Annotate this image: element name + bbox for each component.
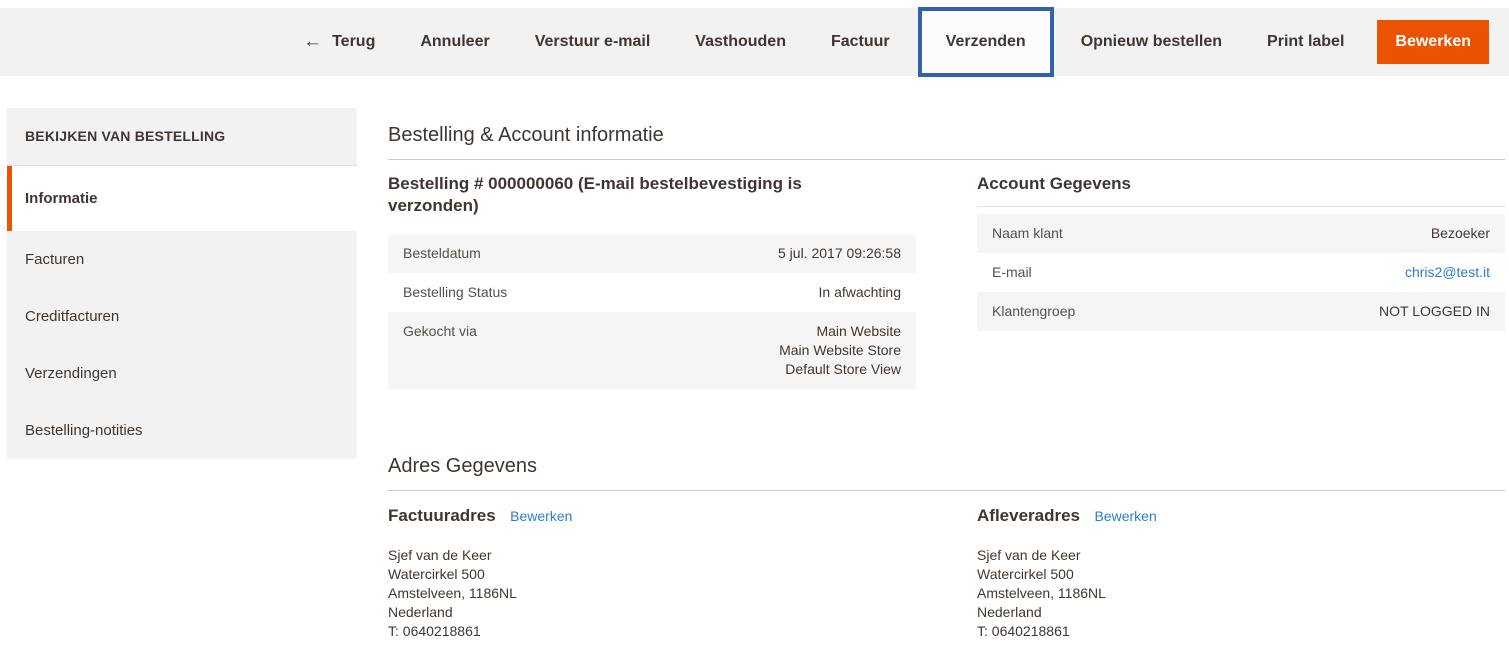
address-name: Sjef van de Keer xyxy=(977,546,1505,565)
account-row-email: E-mail chris2@test.it xyxy=(977,253,1505,292)
order-row-gekocht-via: Gekocht via Main Website Main Website St… xyxy=(388,312,916,389)
store-line-store: Main Website Store xyxy=(779,341,901,360)
address-city-zip: Amstelveen, 1186NL xyxy=(977,584,1505,603)
factuur-button[interactable]: Factuur xyxy=(831,33,890,51)
sidebar-title: BEKIJKEN VAN BESTELLING xyxy=(7,108,357,166)
order-info-table: Besteldatum 5 jul. 2017 09:26:58 Bestell… xyxy=(388,234,916,389)
back-button-label: Terug xyxy=(332,33,375,51)
row-label: Gekocht via xyxy=(403,322,477,379)
order-row-status: Bestelling Status In afwachting xyxy=(388,273,916,312)
sidebar-item-informatie[interactable]: Informatie xyxy=(7,166,357,231)
shipping-edit-link[interactable]: Bewerken xyxy=(1094,508,1156,524)
address-street: Watercirkel 500 xyxy=(977,565,1505,584)
row-label: Bestelling Status xyxy=(403,283,507,302)
annuleer-button[interactable]: Annuleer xyxy=(420,33,489,51)
billing-address-card: Factuuradres Bewerken Sjef van de Keer W… xyxy=(388,505,916,641)
store-line-view: Default Store View xyxy=(779,360,901,379)
print-label-button[interactable]: Print label xyxy=(1267,33,1344,51)
store-line-website: Main Website xyxy=(779,322,901,341)
email-link[interactable]: chris2@test.it xyxy=(1405,264,1490,280)
back-arrow-icon: ← xyxy=(303,31,322,53)
row-value: NOT LOGGED IN xyxy=(1379,302,1490,321)
row-label: Besteldatum xyxy=(403,244,481,263)
account-info-table: Naam klant Bezoeker E-mail chris2@test.i… xyxy=(977,214,1505,331)
page-actions-toolbar: ← Terug Annuleer Verstuur e-mail Vasthou… xyxy=(0,8,1509,76)
address-country: Nederland xyxy=(388,603,916,622)
account-information-card: Account Gegevens Naam klant Bezoeker E-m… xyxy=(977,173,1505,389)
sidebar-item-verzendingen[interactable]: Verzendingen xyxy=(7,345,357,402)
row-value: Main Website Main Website Store Default … xyxy=(779,322,901,379)
vasthouden-button[interactable]: Vasthouden xyxy=(695,33,786,51)
order-information-card: Bestelling # 000000060 (E-mail bestelbev… xyxy=(388,173,916,389)
address-section-title: Adres Gegevens xyxy=(388,454,1505,491)
order-view-sidebar: BEKIJKEN VAN BESTELLING Informatie Factu… xyxy=(7,108,357,459)
sidebar-item-creditfacturen[interactable]: Creditfacturen xyxy=(7,288,357,345)
billing-edit-link[interactable]: Bewerken xyxy=(510,508,572,524)
bewerken-button[interactable]: Bewerken xyxy=(1377,20,1489,64)
address-city-zip: Amstelveen, 1186NL xyxy=(388,584,916,603)
back-button[interactable]: ← Terug xyxy=(303,31,375,53)
main-content: Bestelling & Account informatie Bestelli… xyxy=(388,108,1505,641)
page-content: BEKIJKEN VAN BESTELLING Informatie Factu… xyxy=(0,76,1509,641)
address-phone: T: 0640218861 xyxy=(977,622,1505,641)
opnieuw-bestellen-button[interactable]: Opnieuw bestellen xyxy=(1081,33,1222,51)
row-value: In afwachting xyxy=(819,283,902,302)
row-value: Bezoeker xyxy=(1431,224,1490,243)
shipping-address-lines: Sjef van de Keer Watercirkel 500 Amstelv… xyxy=(977,546,1505,641)
shipping-address-title: Afleveradres xyxy=(977,506,1080,525)
account-row-klantengroep: Klantengroep NOT LOGGED IN xyxy=(977,292,1505,331)
row-label: Naam klant xyxy=(992,224,1063,243)
shipping-address-card: Afleveradres Bewerken Sjef van de Keer W… xyxy=(977,505,1505,641)
address-phone: T: 0640218861 xyxy=(388,622,916,641)
row-label: E-mail xyxy=(992,263,1032,282)
billing-address-title: Factuuradres xyxy=(388,506,496,525)
sidebar-item-facturen[interactable]: Facturen xyxy=(7,231,357,288)
sidebar-item-bestelling-notities[interactable]: Bestelling-notities xyxy=(7,402,357,459)
order-row-besteldatum: Besteldatum 5 jul. 2017 09:26:58 xyxy=(388,234,916,273)
verstuur-email-button[interactable]: Verstuur e-mail xyxy=(535,33,651,51)
billing-address-lines: Sjef van de Keer Watercirkel 500 Amstelv… xyxy=(388,546,916,641)
order-account-section-title: Bestelling & Account informatie xyxy=(388,123,1505,160)
address-street: Watercirkel 500 xyxy=(388,565,916,584)
address-name: Sjef van de Keer xyxy=(388,546,916,565)
address-country: Nederland xyxy=(977,603,1505,622)
account-row-naam-klant: Naam klant Bezoeker xyxy=(977,214,1505,253)
row-label: Klantengroep xyxy=(992,302,1075,321)
verzenden-button[interactable]: Verzenden xyxy=(918,7,1054,77)
account-title: Account Gegevens xyxy=(977,173,1505,207)
row-value: 5 jul. 2017 09:26:58 xyxy=(778,244,901,263)
order-title: Bestelling # 000000060 (E-mail bestelbev… xyxy=(388,173,858,217)
